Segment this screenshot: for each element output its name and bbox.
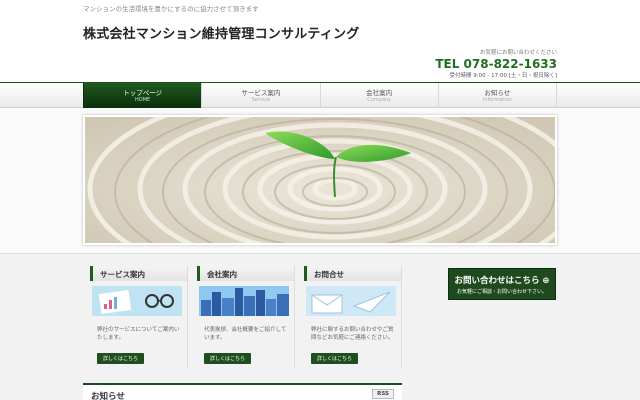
- global-nav: トップページ HOME サービス案内 Service 会社案内 Company …: [0, 82, 640, 108]
- cta-main-label: お問い合わせはこちら ⊕: [454, 276, 550, 286]
- nav-item-information[interactable]: お知らせ Information: [437, 83, 557, 108]
- header-contact: お気軽にお問い合わせください TEL 078-822-1633 受付時間 9:0…: [435, 48, 557, 79]
- sand-sprout-illustration: [85, 117, 555, 243]
- box-title: サービス案内: [90, 266, 187, 281]
- box-description: 代表挨拶、会社概要をご紹介しています。: [204, 327, 287, 341]
- nav-sublabel: HOME: [135, 97, 151, 103]
- company-thumbnail: [199, 286, 289, 316]
- nav-item-home[interactable]: トップページ HOME: [83, 83, 202, 108]
- rss-button[interactable]: RSS: [372, 389, 394, 399]
- cta-sub-label: お気軽にご相談・お問い合わせ下さい。: [457, 289, 547, 295]
- company-detail-button[interactable]: 詳しくはこちら: [204, 353, 252, 364]
- box-title: お問合せ: [304, 266, 401, 281]
- nav-sublabel: Service: [251, 97, 271, 103]
- box-description: 弊社のサービスについてご案内いたします。: [97, 327, 180, 341]
- box-description: 弊社に関するお問い合わせやご質問などお気軽にご連絡ください。: [311, 327, 394, 341]
- business-hours: 受付時間 9:00 - 17:00 [土・日・祝日除く]: [449, 73, 557, 79]
- nav-label: トップページ: [123, 89, 163, 97]
- nav-sublabel: Company: [367, 97, 392, 103]
- nav-label: 会社案内: [366, 89, 393, 97]
- company-box: 会社案内 代表挨拶、会社概要をご紹介しています。 詳しくはこちら: [197, 266, 295, 368]
- service-thumbnail: [92, 286, 182, 316]
- contact-box: お問合せ 弊社に関するお問い合わせやご質問などお気軽にご連絡ください。 詳しくは…: [304, 266, 402, 368]
- site-header: マンションの生活環境を豊かにするのに協力させて頂きます 株式会社マンション維持管…: [0, 0, 640, 82]
- phone-number: TEL 078-822-1633: [435, 57, 557, 71]
- contact-detail-button[interactable]: 詳しくはこちら: [311, 353, 359, 364]
- service-box: サービス案内 弊社のサービスについてご案内いたします。 詳しくはこちら: [90, 266, 188, 368]
- news-section: お知らせ RSS: [83, 383, 402, 400]
- news-title: お知らせ: [91, 392, 125, 400]
- nav-label: お知らせ: [484, 89, 511, 97]
- service-detail-button[interactable]: 詳しくはこちら: [97, 353, 145, 364]
- contact-invite: お気軽にお問い合わせください: [479, 50, 557, 56]
- hero-image: [83, 115, 557, 245]
- nav-label: サービス案内: [241, 89, 281, 97]
- site-title[interactable]: 株式会社マンション維持管理コンサルティング: [83, 23, 359, 42]
- nav-item-service[interactable]: サービス案内 Service: [201, 83, 319, 108]
- site-tagline: マンションの生活環境を豊かにするのに協力させて頂きます: [83, 5, 259, 13]
- contact-thumbnail: [306, 286, 396, 316]
- nav-item-company[interactable]: 会社案内 Company: [319, 83, 438, 108]
- box-title: 会社案内: [197, 266, 294, 281]
- nav-sublabel: Information: [482, 97, 512, 103]
- contact-cta-button[interactable]: お問い合わせはこちら ⊕ お気軽にご相談・お問い合わせ下さい。: [448, 268, 556, 300]
